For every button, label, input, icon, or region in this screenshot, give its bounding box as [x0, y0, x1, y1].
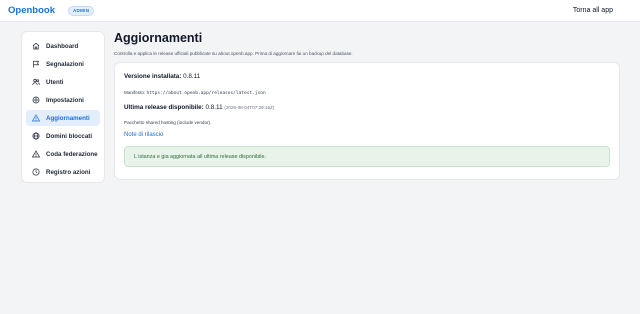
page-title: Aggiornamenti: [114, 31, 203, 45]
installed-version-row: Versione installata: 0.8.11: [124, 73, 200, 80]
brand-logo[interactable]: Openbook: [8, 5, 55, 16]
sidebar-item-domini-bloccati[interactable]: Domini bloccati: [26, 128, 100, 144]
clock-icon: [31, 167, 41, 177]
users-icon: [31, 77, 41, 87]
sidebar-item-label: Aggiornamenti: [46, 114, 90, 122]
warning-icon: [31, 149, 41, 159]
manifest-url: https://about.openb.app/releases/latest.…: [146, 91, 266, 96]
page-description: Controlla e applica le release ufficiali…: [114, 51, 353, 56]
sidebar-item-aggiornamenti[interactable]: Aggiornamenti: [26, 110, 100, 126]
sidebar-item-label: Segnalazioni: [46, 60, 84, 68]
home-icon: [31, 41, 41, 51]
package-info: Pacchetto shared hosting (include vendor…: [124, 120, 212, 125]
installed-version-label: Versione installata:: [124, 73, 182, 80]
flag-icon: [31, 59, 41, 69]
top-bar: Openbook ADMIN Torna all app: [0, 0, 640, 22]
gear-icon: [31, 95, 41, 105]
admin-badge: ADMIN: [68, 6, 95, 16]
sidebar-item-utenti[interactable]: Utenti: [26, 74, 100, 90]
sidebar-item-label: Registro azioni: [46, 168, 91, 176]
manifest-row: Manifesto: https://about.openb.app/relea…: [124, 90, 266, 96]
main-content: Aggiornamenti Controlla e applica le rel…: [114, 31, 620, 180]
back-to-app-link[interactable]: Torna all app: [573, 7, 613, 14]
sidebar-item-label: Impostazioni: [46, 96, 84, 104]
sidebar-item-impostazioni[interactable]: Impostazioni: [26, 92, 100, 108]
sidebar-item-label: Utenti: [46, 78, 64, 86]
installed-version-value: 0.8.11: [183, 73, 201, 80]
manifest-label: Manifesto:: [124, 90, 146, 95]
release-notes-link[interactable]: Note di rilascio: [124, 132, 163, 138]
latest-release-version: 0.8.11: [205, 104, 223, 111]
sidebar-item-registro-azioni[interactable]: Registro azioni: [26, 164, 100, 180]
sidebar-item-dashboard[interactable]: Dashboard: [26, 38, 100, 54]
latest-release-date: (2026-08-04T07:29:15Z): [224, 105, 275, 110]
sidebar-item-label: Dashboard: [46, 42, 79, 50]
sidebar-item-segnalazioni[interactable]: Segnalazioni: [26, 56, 100, 72]
warning-icon: [31, 113, 41, 123]
globe-icon: [31, 131, 41, 141]
latest-release-label: Ultima release disponibile:: [124, 104, 204, 111]
alert-message: L istanza e gia aggiornata all ultima re…: [134, 153, 266, 160]
sidebar-item-label: Coda federazione: [46, 150, 98, 158]
sidebar-item-label: Domini bloccati: [46, 132, 93, 140]
latest-release-row: Ultima release disponibile: 0.8.11 (2026…: [124, 104, 274, 111]
admin-sidebar: Dashboard Segnalazioni Utenti Impostazio…: [21, 31, 105, 183]
up-to-date-alert: L istanza e gia aggiornata all ultima re…: [124, 146, 610, 167]
sidebar-item-coda-federazione[interactable]: Coda federazione: [26, 146, 100, 162]
update-card: Versione installata: 0.8.11 Manifesto: h…: [114, 62, 620, 180]
